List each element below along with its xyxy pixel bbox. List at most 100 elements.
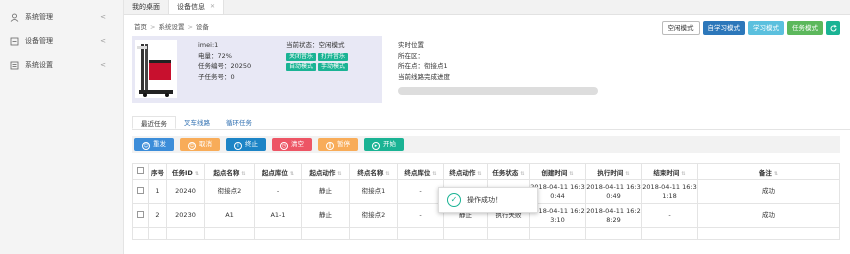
header-task-id[interactable]: 任务ID ⇅ <box>166 163 205 180</box>
cell-task-id: 20230 <box>166 203 205 228</box>
row-checkbox-cell[interactable] <box>132 203 149 228</box>
tab-label: 我的桌面 <box>132 2 160 11</box>
header-created-time[interactable]: 创建时间 ⇅ <box>529 163 586 180</box>
cancel-button[interactable]: ☺ 取消 <box>180 138 220 151</box>
cell-task-id: 20240 <box>166 179 205 204</box>
cell-exec-time: 2018-04-11 16:2 8:29 <box>585 203 642 228</box>
breadcrumb-home[interactable]: 首页 <box>134 23 147 31</box>
header-exec-time[interactable]: 执行时间 ⇅ <box>585 163 642 180</box>
chevron-left-icon: < <box>100 37 106 45</box>
close-music-button[interactable]: 关闭音乐 <box>286 52 317 61</box>
row-checkbox[interactable] <box>137 210 144 218</box>
header-start-action[interactable]: 起点动作 ⇅ <box>301 163 350 180</box>
main-content: 我的桌面 设备信息 ✕ 首页 > 系统设置 > 设备 空闲模式 自学习模式 学习模式 任务… <box>124 0 850 254</box>
breadcrumb: 首页 > 系统设置 > 设备 <box>134 23 209 31</box>
tab-label: 设备信息 <box>177 2 205 11</box>
tab-loop-tasks[interactable]: 循环任务 <box>218 116 260 129</box>
sidebar: 系统管理 < 设备管理 < 系统设置 < <box>0 0 124 254</box>
cell-index: 2 <box>148 203 167 228</box>
cell-end-location: - <box>397 203 444 228</box>
resend-label: 重发 <box>153 140 166 148</box>
device-info-panel: imei:1 电量：72% 任务编号：20250 子任务号：0 当前状态：空闲模… <box>132 36 382 103</box>
close-icon[interactable]: ✕ <box>210 3 215 10</box>
toast-message: 操作成功！ <box>467 196 502 204</box>
device-basic-info: imei:1 电量：72% 任务编号：20250 子任务号：0 <box>198 40 251 82</box>
location-info: 实时位置 所在区： 所在点：衔接点1 当前线路完成进度 <box>398 40 450 82</box>
smile-icon: ☺ <box>188 142 196 150</box>
sidebar-item-device-management[interactable]: 设备管理 < <box>0 31 123 51</box>
settings-icon <box>10 61 19 70</box>
self-learn-mode-button[interactable]: 自学习模式 <box>702 21 745 35</box>
breadcrumb-system-settings[interactable]: 系统设置 <box>158 23 184 31</box>
clock-icon: ◷ <box>280 142 288 150</box>
start-button[interactable]: ▸ 开始 <box>364 138 404 151</box>
cell-start-action: 静止 <box>301 179 350 204</box>
sidebar-item-system-settings[interactable]: 系统设置 < <box>0 55 123 75</box>
mode-button-group: 空闲模式 自学习模式 学习模式 任务模式 <box>659 21 840 35</box>
status-text: 当前状态：空闲模式 <box>286 41 345 49</box>
header-index[interactable]: 序号 <box>148 163 167 180</box>
idle-mode-button[interactable]: 空闲模式 <box>661 21 700 35</box>
device-icon <box>10 37 19 46</box>
cell-remark: 成功 <box>697 179 840 204</box>
header-end-time[interactable]: 结束时间 ⇅ <box>641 163 698 180</box>
header-task-status[interactable]: 任务状态 ⇅ <box>487 163 530 180</box>
cell-end-time: 2018-04-11 16:3 1:18 <box>641 179 698 204</box>
user-icon <box>10 13 19 22</box>
cancel-label: 取消 <box>199 140 212 148</box>
header-end-action[interactable]: 终点动作 ⇅ <box>443 163 488 180</box>
action-toolbar: ☺ 重发 ☺ 取消 i 终止 ◷ 清空 ǁ 暂停 ▸ 开始 <box>132 136 840 153</box>
cell-start-name: 衔接点2 <box>204 179 255 204</box>
header-end-location[interactable]: 终点库位 ⇅ <box>397 163 444 180</box>
select-all-checkbox[interactable] <box>137 167 144 174</box>
header-remark[interactable]: 备注 ⇅ <box>697 163 840 180</box>
realtime-position-label: 实时位置 <box>398 41 424 49</box>
tab-my-desktop[interactable]: 我的桌面 <box>124 0 168 14</box>
cell-end-location: - <box>397 179 444 204</box>
tab-bar: 我的桌面 设备信息 ✕ <box>124 0 850 15</box>
stop-button[interactable]: i 终止 <box>226 138 266 151</box>
table-row <box>132 227 840 240</box>
auto-mode-button[interactable]: 自动模式 <box>286 63 317 71</box>
chevron-left-icon: < <box>100 13 106 21</box>
row-checkbox-cell <box>132 227 149 240</box>
cell-end-name: 衔接点2 <box>349 203 398 228</box>
subtab-bar: 最近任务 叉车线路 循环任务 <box>132 116 850 130</box>
clear-button[interactable]: ◷ 清空 <box>272 138 312 151</box>
row-checkbox-cell[interactable] <box>132 179 149 204</box>
cell-start-action: 静止 <box>301 203 350 228</box>
task-mode-button[interactable]: 任务模式 <box>787 21 823 35</box>
clear-label: 清空 <box>291 140 304 148</box>
header-start-name[interactable]: 起点名称 ⇅ <box>204 163 255 180</box>
resend-button[interactable]: ☺ 重发 <box>134 138 174 151</box>
tab-recent-tasks[interactable]: 最近任务 <box>132 116 176 129</box>
tab-forklift-routes[interactable]: 叉车线路 <box>176 116 218 129</box>
subtask-number-text: 子任务号：0 <box>198 72 235 81</box>
sidebar-item-system-management[interactable]: 系统管理 < <box>0 7 123 27</box>
learn-mode-button[interactable]: 学习模式 <box>748 21 784 35</box>
cell-index: 1 <box>148 179 167 204</box>
device-status-info: 当前状态：空闲模式 关闭音乐 打开音乐 自动模式 手动模式 <box>286 40 350 72</box>
tab-device-info[interactable]: 设备信息 ✕ <box>168 0 225 14</box>
pause-icon: ǁ <box>326 142 334 150</box>
sidebar-item-label: 系统设置 <box>25 61 53 69</box>
row-checkbox[interactable] <box>137 186 144 194</box>
pause-button[interactable]: ǁ 暂停 <box>318 138 358 151</box>
header-start-location[interactable]: 起点库位 ⇅ <box>254 163 302 180</box>
pause-label: 暂停 <box>337 140 350 148</box>
select-all-checkbox-cell[interactable] <box>132 163 149 180</box>
header-end-name[interactable]: 终点名称 ⇅ <box>349 163 398 180</box>
point-text: 所在点：衔接点1 <box>398 62 448 70</box>
cell-end-time: - <box>641 203 698 228</box>
open-music-button[interactable]: 打开音乐 <box>318 52 349 61</box>
manual-mode-button[interactable]: 手动模式 <box>318 63 349 71</box>
refresh-button[interactable] <box>826 21 840 35</box>
forklift-image <box>135 40 177 98</box>
zone-text: 所在区： <box>398 51 424 60</box>
cell-start-location: - <box>254 179 302 204</box>
imei-text: imei:1 <box>198 41 219 49</box>
cell-remark: 成功 <box>697 203 840 228</box>
check-circle-icon: ✓ <box>447 193 461 207</box>
smile-icon: ☺ <box>142 142 150 150</box>
stop-label: 终止 <box>245 140 258 148</box>
